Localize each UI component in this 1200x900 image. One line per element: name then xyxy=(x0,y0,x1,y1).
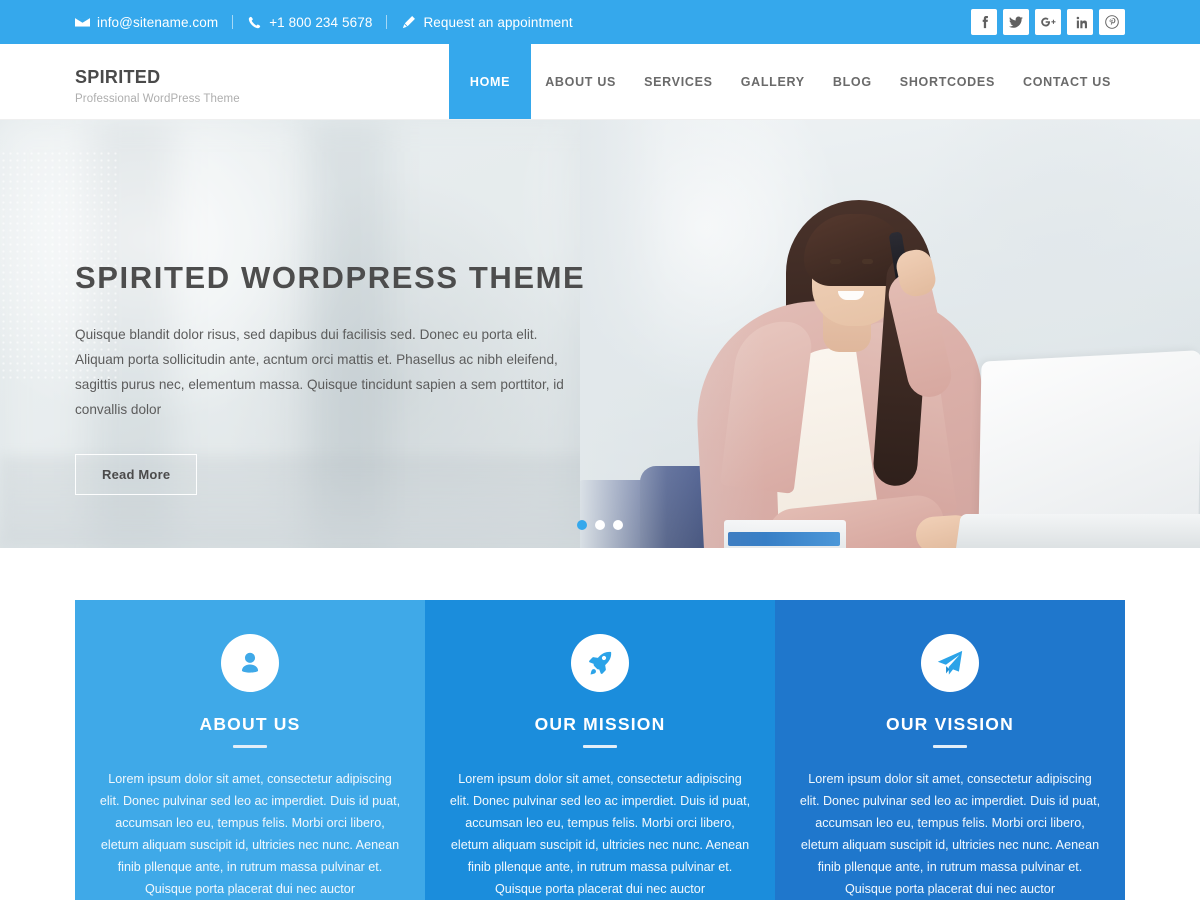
phone-text: +1 800 234 5678 xyxy=(269,14,373,30)
rocket-icon xyxy=(571,634,629,692)
feature-card-about-us: ABOUT US Lorem ipsum dolor sit amet, con… xyxy=(75,600,425,900)
features-section: ABOUT US Lorem ipsum dolor sit amet, con… xyxy=(0,548,1200,900)
features-row: ABOUT US Lorem ipsum dolor sit amet, con… xyxy=(75,600,1125,900)
nav-item-home[interactable]: HOME xyxy=(448,44,532,119)
header-inner: Spirited Professional WordPress Theme HO… xyxy=(75,44,1125,119)
feature-text: Lorem ipsum dolor sit amet, consectetur … xyxy=(99,772,401,896)
slider-pagination xyxy=(577,520,623,530)
paper-plane-icon xyxy=(921,634,979,692)
divider-2 xyxy=(386,15,388,29)
feature-card-our-mission: OUR MISSION Lorem ipsum dolor sit amet, … xyxy=(425,600,775,900)
social-links xyxy=(971,9,1125,35)
pinterest-icon[interactable] xyxy=(1099,9,1125,35)
nav-item-blog[interactable]: BLOG xyxy=(819,44,886,119)
email-text: info@sitename.com xyxy=(97,14,219,30)
site-header: Spirited Professional WordPress Theme HO… xyxy=(0,44,1200,120)
appointment-link[interactable]: Request an appointment xyxy=(401,14,573,30)
slider-dot-2[interactable] xyxy=(595,520,605,530)
feature-card-our-vission: OUR VISSION Lorem ipsum dolor sit amet, … xyxy=(775,600,1125,900)
feature-rule xyxy=(233,745,267,748)
nav-item-contact-us[interactable]: CONTACT US xyxy=(1009,44,1125,119)
feature-rule xyxy=(933,745,967,748)
feature-text: Lorem ipsum dolor sit amet, consectetur … xyxy=(799,772,1101,896)
facebook-icon[interactable] xyxy=(971,9,997,35)
user-icon xyxy=(221,634,279,692)
top-bar: info@sitename.com +1 800 234 5678 Reques… xyxy=(0,0,1200,44)
slider-dot-3[interactable] xyxy=(613,520,623,530)
nav-item-about-us[interactable]: ABOUT US xyxy=(531,44,630,119)
pencil-icon xyxy=(401,15,416,29)
linkedin-icon[interactable] xyxy=(1067,9,1093,35)
phone-icon xyxy=(247,15,262,29)
hero-slider: SPIRITED WORDPRESS THEME Quisque blandit… xyxy=(0,120,1200,548)
site-logo[interactable]: Spirited Professional WordPress Theme xyxy=(75,44,240,119)
nav-item-services[interactable]: SERVICES xyxy=(630,44,727,119)
hero-content: SPIRITED WORDPRESS THEME Quisque blandit… xyxy=(75,120,1125,495)
nav-item-gallery[interactable]: GALLERY xyxy=(727,44,819,119)
feature-text: Lorem ipsum dolor sit amet, consectetur … xyxy=(449,772,751,896)
logo-title: Spirited xyxy=(75,60,161,89)
feature-title: ABOUT US xyxy=(199,714,301,734)
hero-description: Quisque blandit dolor risus, sed dapibus… xyxy=(75,327,564,417)
divider-1 xyxy=(232,15,234,29)
twitter-icon[interactable] xyxy=(1003,9,1029,35)
feature-title: OUR VISSION xyxy=(886,714,1014,734)
contact-info-group: info@sitename.com +1 800 234 5678 Reques… xyxy=(75,15,573,30)
top-bar-inner: info@sitename.com +1 800 234 5678 Reques… xyxy=(75,0,1125,44)
main-navigation: HOME ABOUT US SERVICES GALLERY BLOG SHOR… xyxy=(448,44,1125,119)
nav-item-shortcodes[interactable]: SHORTCODES xyxy=(886,44,1009,119)
logo-tagline: Professional WordPress Theme xyxy=(75,93,240,106)
slider-dot-1[interactable] xyxy=(577,520,587,530)
phone-link[interactable]: +1 800 234 5678 xyxy=(247,15,372,30)
hero-title: SPIRITED WORDPRESS THEME xyxy=(75,260,586,295)
hero-read-more-button[interactable]: Read More xyxy=(75,454,198,495)
email-link[interactable]: info@sitename.com xyxy=(75,15,218,30)
google-plus-icon[interactable] xyxy=(1035,9,1061,35)
appointment-text: Request an appointment xyxy=(423,14,573,30)
envelope-icon xyxy=(75,15,90,29)
feature-rule xyxy=(583,745,617,748)
feature-title: OUR MISSION xyxy=(534,714,666,734)
